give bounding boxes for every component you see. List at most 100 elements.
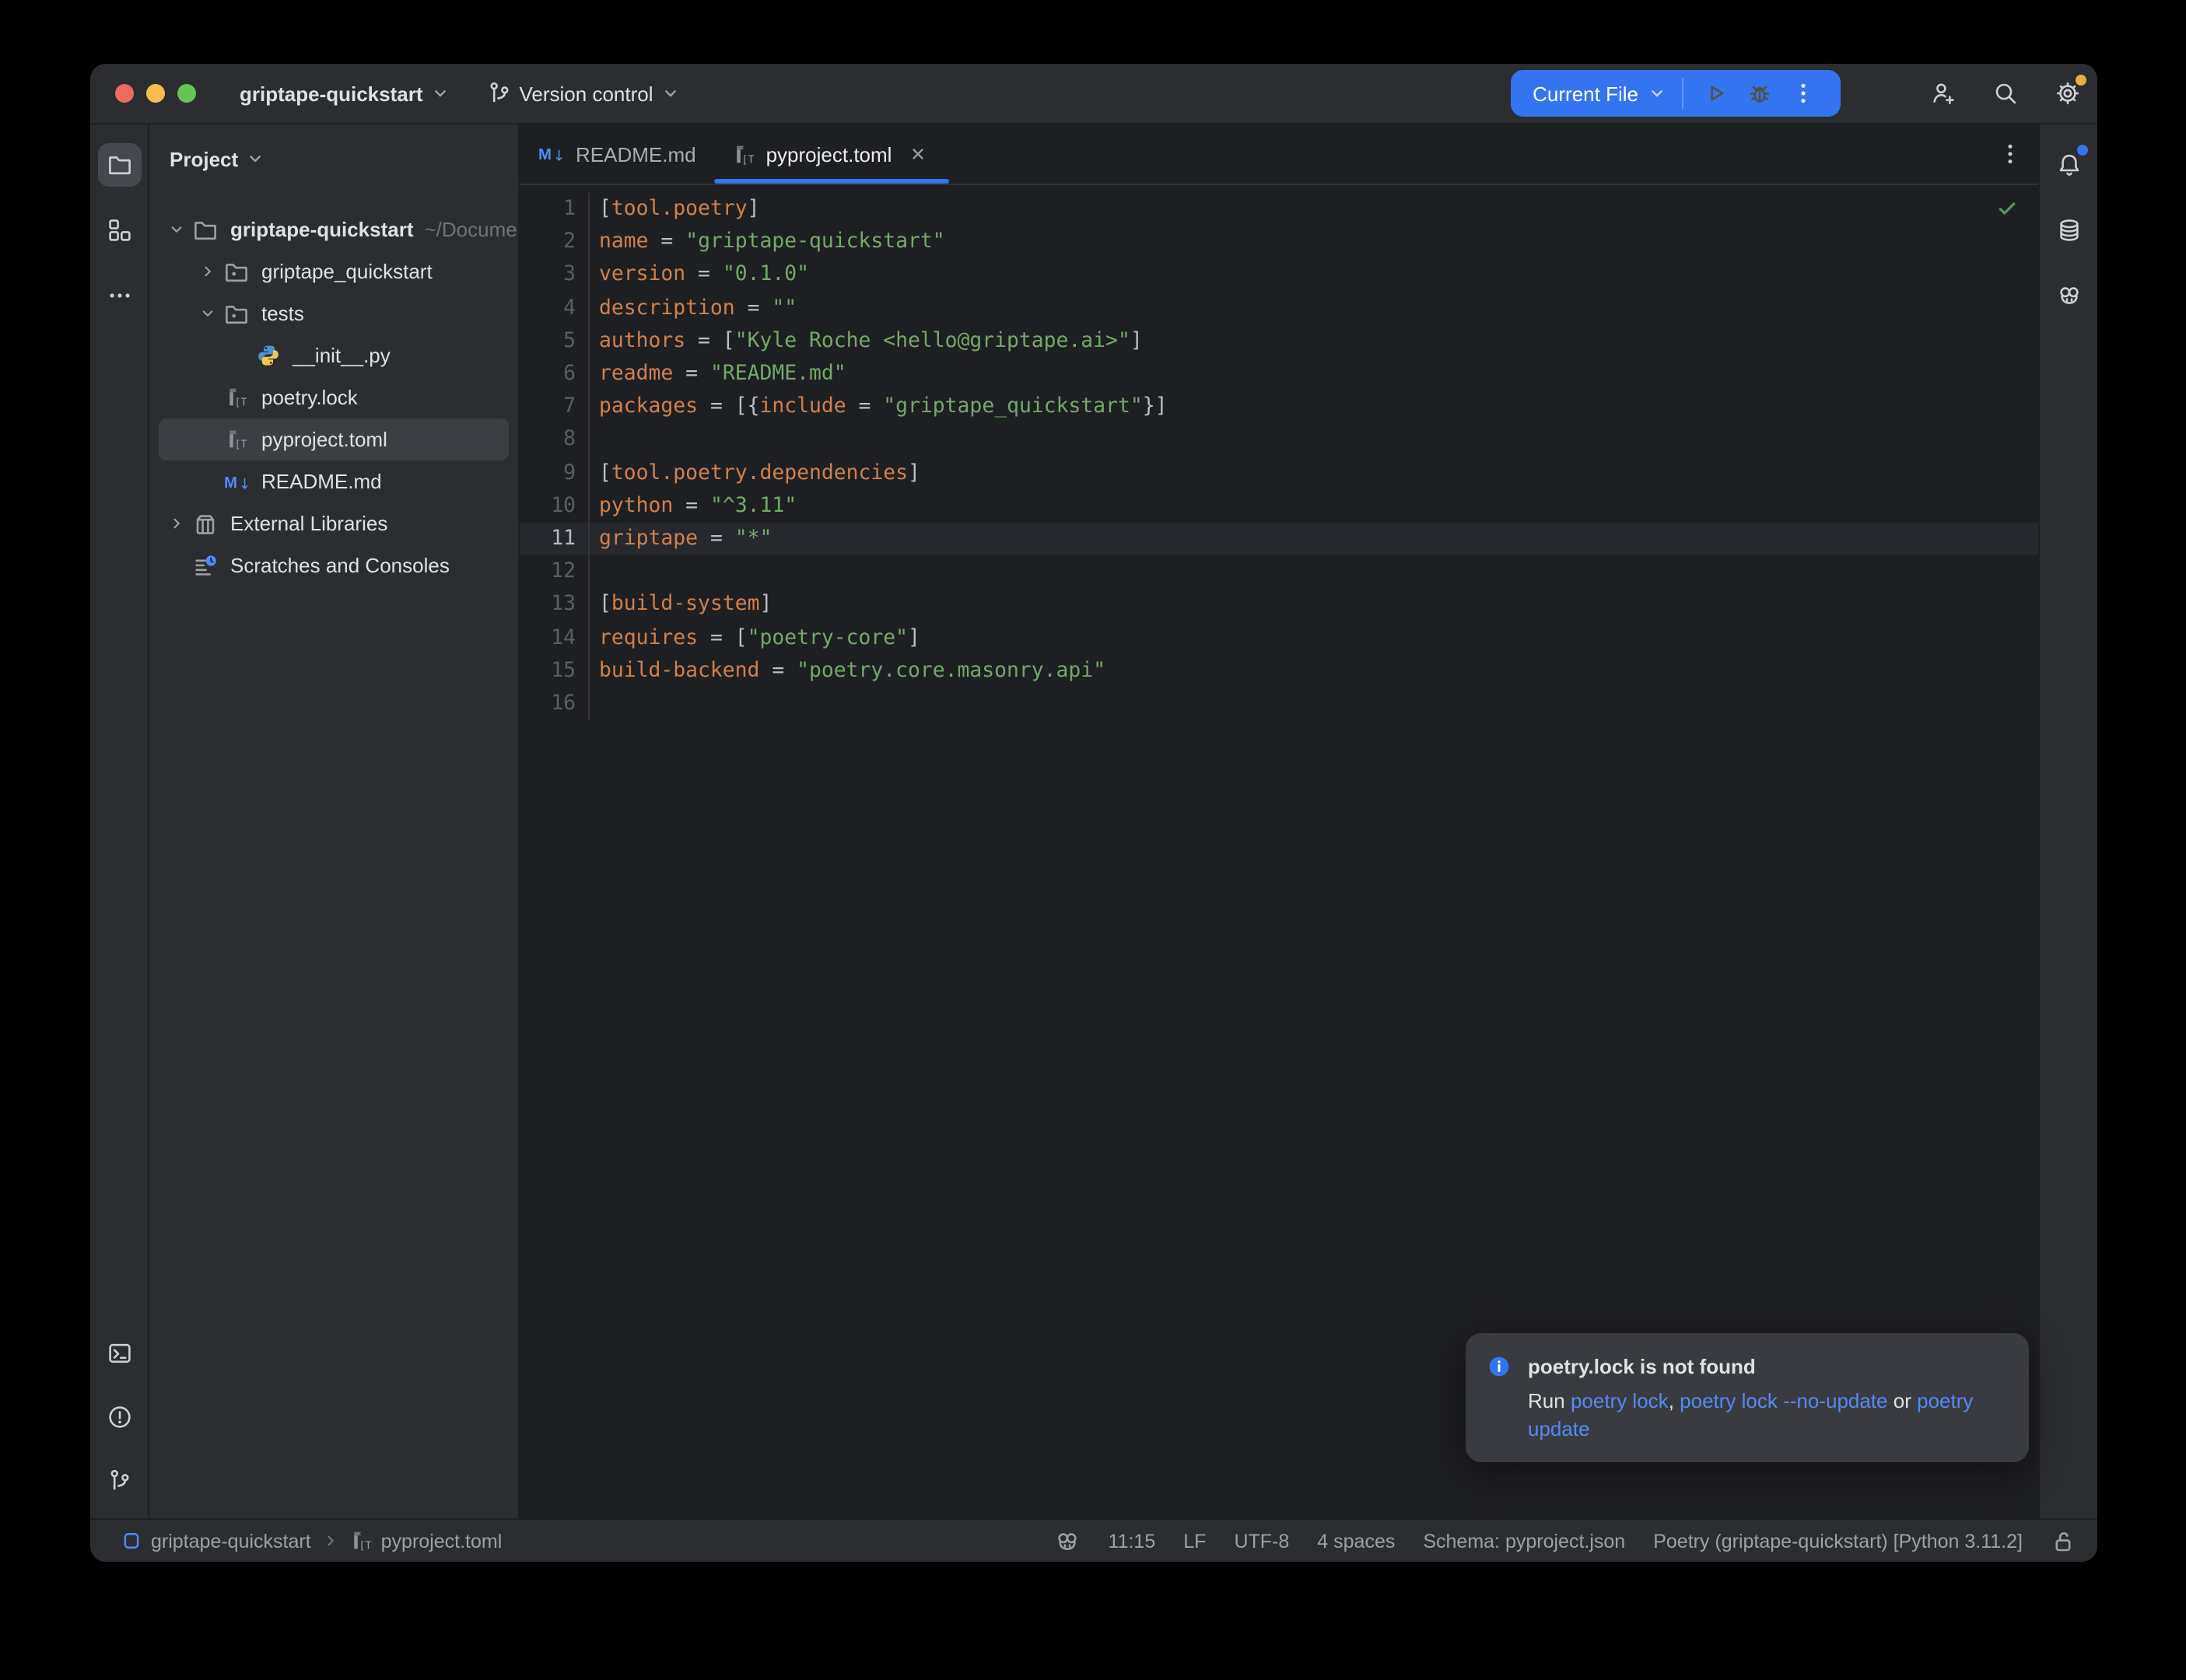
status-line-separator[interactable]: LF [1183, 1530, 1206, 1552]
tree-item-poetry-lock[interactable]: [T]poetry.lock [149, 376, 518, 418]
status-interpreter[interactable]: Poetry (griptape-quickstart) [Python 3.1… [1653, 1530, 2023, 1552]
close-window-button[interactable] [115, 84, 134, 103]
line-number: 14 [520, 621, 590, 654]
tree-item-label: README.md [261, 470, 382, 493]
project-tool-button[interactable] [97, 143, 141, 187]
kebab-icon [1998, 142, 2023, 166]
breadcrumb-separator-icon [322, 1532, 339, 1549]
unlock-icon [2051, 1528, 2076, 1553]
code-editor[interactable]: 1[tool.poetry]2name = "griptape-quicksta… [520, 185, 2038, 1518]
project-panel-header[interactable]: Project [149, 124, 518, 193]
zoom-window-button[interactable] [177, 84, 196, 103]
database-tool-button[interactable] [2047, 208, 2090, 252]
breadcrumbs: griptape-quickstart [T]pyproject.toml [121, 1529, 502, 1552]
line-number: 2 [520, 226, 590, 258]
chevron-down-icon [661, 84, 680, 103]
notification-text: Run [1528, 1389, 1571, 1412]
project-selector[interactable]: griptape-quickstart [230, 75, 459, 111]
vcs-selector[interactable]: Version control [478, 75, 689, 112]
chevron-down-icon [431, 84, 450, 103]
more-run-options-button[interactable] [1781, 72, 1825, 115]
tree-item-external-libraries[interactable]: External Libraries [149, 502, 518, 544]
editor-options-button[interactable] [1998, 124, 2038, 184]
line-number: 10 [520, 489, 590, 522]
tree-item-label: griptape_quickstart [261, 260, 433, 283]
tree-item-tests[interactable]: tests [149, 292, 518, 334]
breadcrumb-griptape-quickstart[interactable]: griptape-quickstart [121, 1530, 311, 1552]
toml-icon: [T] [221, 428, 252, 451]
line-number: 3 [520, 259, 590, 292]
tree-item--init-py[interactable]: __init__.py [149, 334, 518, 376]
minimize-window-button[interactable] [146, 84, 165, 103]
tree-item-scratches-and-consoles[interactable]: Scratches and Consoles [149, 544, 518, 586]
notification-action-link[interactable]: poetry lock [1571, 1389, 1669, 1412]
svg-text:[T]: [T] [359, 1541, 371, 1552]
svg-text:M: M [538, 146, 552, 163]
chevron-down-icon[interactable] [198, 305, 215, 322]
tree-item-label: griptape-quickstart [230, 218, 414, 241]
run-configuration-pill[interactable]: Current File [1511, 70, 1841, 117]
settings-update-badge [2076, 75, 2086, 86]
status-copilot-status[interactable] [1056, 1528, 1081, 1553]
project-name: griptape-quickstart [240, 82, 423, 105]
terminal-tool-button[interactable] [97, 1332, 141, 1375]
status-indent[interactable]: 4 spaces [1317, 1530, 1395, 1552]
code-line-11: 11griptape = "*" [520, 523, 2038, 555]
close-tab-button[interactable] [906, 142, 930, 166]
tree-item-pyproject-toml[interactable]: [T]pyproject.toml [159, 418, 509, 460]
version-control-tool-button[interactable] [97, 1459, 141, 1503]
debug-button[interactable] [1738, 72, 1781, 115]
status-encoding[interactable]: UTF-8 [1234, 1530, 1289, 1552]
tree-item-griptape-quickstart[interactable]: griptape_quickstart [149, 250, 518, 292]
tree-item-griptape-quickstart[interactable]: griptape-quickstart~/Docume [149, 208, 518, 250]
status-cursor-position[interactable]: 11:15 [1109, 1530, 1156, 1552]
svg-text:↓: ↓ [238, 476, 250, 492]
markdown-icon: M↓ [221, 471, 252, 492]
ai-assistant-tool-button[interactable] [2047, 274, 2090, 317]
code-line-5: 5authors = ["Kyle Roche <hello@griptape.… [520, 325, 2038, 358]
chevron-right-icon[interactable] [198, 263, 215, 280]
kebab-icon [1791, 81, 1816, 106]
tree-item-label: __init__.py [293, 344, 391, 367]
tree-item-readme-md[interactable]: M↓ README.md [149, 460, 518, 502]
notification-message: Run poetry lock, poetry lock --no-update… [1528, 1388, 1995, 1442]
run-button[interactable] [1694, 72, 1738, 115]
settings-button[interactable] [2046, 72, 2090, 115]
line-number: 4 [520, 292, 590, 324]
ide-window: griptape-quickstart Version control Curr… [90, 64, 2097, 1562]
tab-readme-md[interactable]: M↓README.md [520, 124, 715, 184]
divider [1682, 78, 1683, 109]
more-tools-button[interactable] [97, 274, 141, 317]
code-line-13: 13[build-system] [520, 589, 2038, 621]
status-write-access[interactable] [2051, 1528, 2076, 1553]
problems-tool-button[interactable] [97, 1395, 141, 1439]
code-line-2: 2name = "griptape-quickstart" [520, 226, 2038, 258]
notification-action-link[interactable]: poetry lock --no-update [1680, 1389, 1887, 1412]
search-everywhere-button[interactable] [1984, 72, 2027, 115]
status-schema[interactable]: Schema: pyproject.json [1423, 1530, 1625, 1552]
code-with-me-button[interactable] [1922, 72, 1965, 115]
left-tool-strip [90, 124, 149, 1518]
main-area: Project griptape-quickstart~/Documegript… [90, 124, 2097, 1518]
chevron-down-icon [246, 149, 264, 168]
gear-icon [2055, 81, 2080, 106]
folder-icon [107, 152, 131, 177]
structure-icon [107, 218, 131, 243]
chevron-down-icon[interactable] [167, 221, 184, 238]
bug-icon [1747, 81, 1772, 106]
notifications-tool-button[interactable] [2047, 143, 2090, 187]
tab-pyproject-toml[interactable]: [T]pyproject.toml [715, 124, 950, 184]
tab-label: pyproject.toml [766, 142, 892, 166]
svg-text:↓: ↓ [553, 149, 565, 165]
editor-tabs: M↓README.md[T]pyproject.toml [520, 124, 949, 184]
line-number: 15 [520, 654, 590, 687]
structure-tool-button[interactable] [97, 208, 141, 252]
line-number: 11 [520, 523, 590, 555]
breadcrumb-pyproject-toml[interactable]: [T]pyproject.toml [350, 1529, 503, 1552]
branch-icon [107, 1468, 131, 1493]
run-config-label: Current File [1533, 82, 1638, 105]
notification-title: poetry.lock is not found [1528, 1353, 1756, 1381]
chevron-right-icon[interactable] [167, 515, 184, 532]
chevron-down-icon [1648, 84, 1666, 103]
toml-icon: [T] [350, 1529, 372, 1552]
